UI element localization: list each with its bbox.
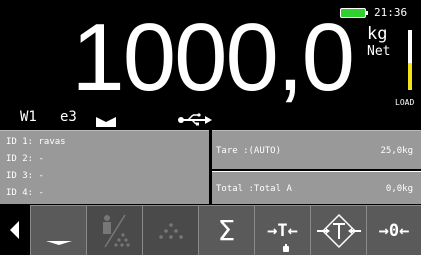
hand-icon (283, 244, 289, 252)
dropdown-key-icon (44, 216, 74, 246)
sum-key[interactable]: Σ (198, 205, 254, 255)
tare-key[interactable]: →T← (254, 205, 310, 255)
dropdown-key[interactable] (30, 205, 86, 255)
sum-icon: Σ (217, 214, 236, 247)
net-indicator: Net (367, 44, 391, 59)
id-line-2: ID 2: - (6, 154, 44, 164)
tare-value: 25,0kg (380, 146, 413, 156)
weight-value: 1000,0 (71, 4, 355, 111)
weighing-range-indicator: W1 (20, 109, 37, 125)
id-line-4: ID 4: - (6, 188, 44, 198)
total-panel: Total :Total A 0,0kg (212, 171, 421, 204)
total-label: Total :Total A (216, 184, 292, 194)
scroll-left-button[interactable] (0, 205, 30, 255)
piece-count-key[interactable] (86, 205, 142, 255)
piece-count-icon (95, 211, 135, 251)
division-indicator: e3 (60, 109, 77, 125)
load-label: LOAD (395, 98, 415, 107)
preset-tare-key[interactable] (310, 205, 366, 255)
dots-triangle-icon (158, 221, 184, 241)
tare-key-icon: →T← (267, 220, 298, 241)
tare-panel: Tare :(AUTO) 25,0kg (212, 130, 421, 169)
bowtie-icon (96, 112, 116, 131)
usb-icon (178, 112, 212, 131)
load-bar-fill (408, 63, 412, 90)
tare-label: Tare :(AUTO) (216, 146, 282, 156)
clock: 21:36 (374, 6, 408, 19)
id-line-1: ID 1: ravas (6, 137, 66, 147)
preset-tare-icon (316, 213, 362, 249)
weight-display: 21:36 1000,0 kg Net LOAD W1 e3 (0, 0, 421, 128)
total-value: 0,0kg (385, 184, 413, 194)
zero-key-icon: →0← (378, 220, 410, 241)
left-arrow-icon (10, 221, 20, 239)
weight-unit: kg (367, 24, 388, 44)
dots-key[interactable] (142, 205, 198, 255)
battery-tip (366, 11, 368, 15)
id-panel: ID 1: ravas ID 2: - ID 3: - ID 4: - (0, 130, 209, 204)
id-line-3: ID 3: - (6, 171, 44, 181)
zero-key[interactable]: →0← (366, 205, 421, 255)
